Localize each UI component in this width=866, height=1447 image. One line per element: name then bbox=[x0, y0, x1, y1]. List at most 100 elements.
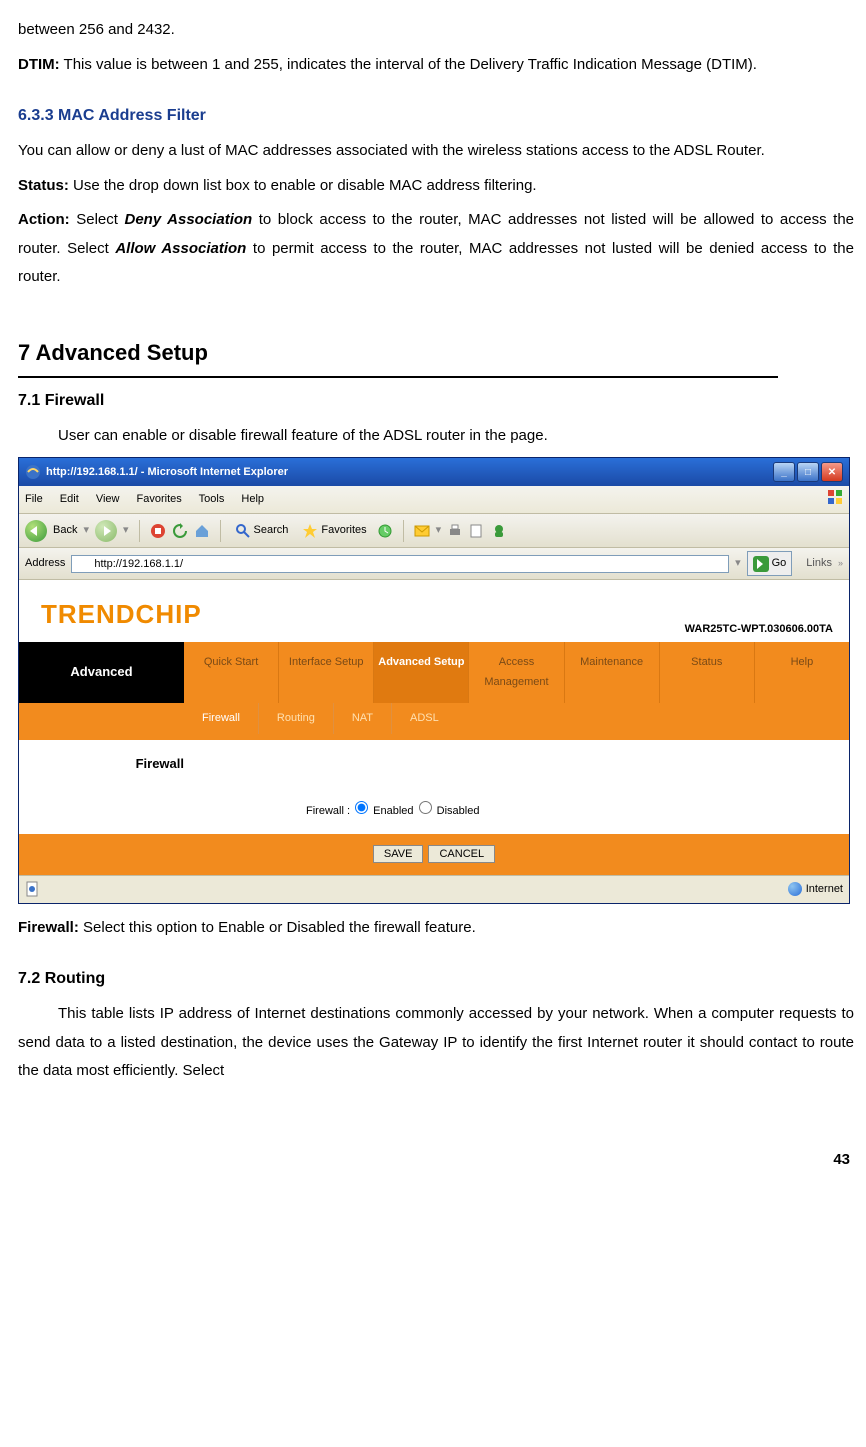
home-icon[interactable] bbox=[194, 523, 210, 539]
action-deny: Deny Association bbox=[124, 211, 252, 228]
firewall-section-heading: Firewall bbox=[19, 740, 206, 789]
section-label-left: Advanced bbox=[19, 642, 184, 704]
sub-tab-bar: Firewall Routing NAT ADSL bbox=[19, 703, 849, 734]
address-input[interactable] bbox=[71, 555, 729, 573]
links-chevron-icon[interactable]: » bbox=[838, 555, 843, 572]
firewall-field-label: Firewall : bbox=[306, 805, 350, 817]
address-dropdown-icon[interactable]: ▾ bbox=[735, 553, 741, 574]
menu-favorites[interactable]: Favorites bbox=[137, 493, 182, 505]
toolbar-separator bbox=[403, 520, 404, 542]
go-icon bbox=[753, 556, 769, 572]
firewall-option-label: Firewall: bbox=[18, 919, 79, 936]
firewall-enabled-label: Enabled bbox=[373, 805, 413, 817]
links-label[interactable]: Links bbox=[806, 553, 832, 574]
status-page-icon bbox=[25, 881, 41, 897]
dtim-body: This value is between 1 and 255, indicat… bbox=[60, 56, 757, 73]
print-icon[interactable] bbox=[447, 523, 463, 539]
menu-file[interactable]: File bbox=[25, 493, 43, 505]
router-page: TRENDCHIP WAR25TC-WPT.030606.00TA Advanc… bbox=[19, 580, 849, 875]
dtim-paragraph: DTIM: This value is between 1 and 255, i… bbox=[18, 51, 854, 80]
favorites-button[interactable]: Favorites bbox=[298, 518, 370, 543]
action-allow: Allow Association bbox=[115, 240, 246, 257]
body-text: between 256 and 2432. bbox=[18, 16, 854, 45]
section-72-heading: 7.2 Routing bbox=[18, 964, 854, 994]
forward-button[interactable] bbox=[95, 520, 117, 542]
menu-bar: File Edit View Favorites Tools Help bbox=[19, 486, 849, 514]
mail-dropdown-icon[interactable]: ▾ bbox=[436, 520, 442, 541]
action-paragraph: Action: Select Deny Association to block… bbox=[18, 206, 854, 292]
tab-quick-start[interactable]: Quick Start bbox=[184, 642, 278, 704]
browser-window: http://192.168.1.1/ - Microsoft Internet… bbox=[18, 457, 850, 904]
toolbar-separator bbox=[139, 520, 140, 542]
firewall-option-row: Firewall : Enabled Disabled bbox=[19, 789, 849, 834]
page-number: 43 bbox=[18, 1146, 854, 1175]
firewall-intro: User can enable or disable firewall feat… bbox=[18, 422, 854, 451]
brand-logo: TRENDCHIP bbox=[41, 590, 202, 639]
mail-icon[interactable] bbox=[414, 523, 430, 539]
star-icon bbox=[302, 523, 318, 539]
tab-interface-setup[interactable]: Interface Setup bbox=[278, 642, 373, 704]
window-titlebar: http://192.168.1.1/ - Microsoft Internet… bbox=[19, 458, 849, 487]
tab-status[interactable]: Status bbox=[659, 642, 754, 704]
stop-icon[interactable] bbox=[150, 523, 166, 539]
window-minimize-button[interactable]: _ bbox=[773, 462, 795, 482]
status-label: Status: bbox=[18, 177, 69, 194]
back-dropdown-icon[interactable]: ▾ bbox=[83, 520, 89, 541]
window-close-button[interactable]: ✕ bbox=[821, 462, 843, 482]
mac-intro: You can allow or deny a lust of MAC addr… bbox=[18, 137, 854, 166]
status-body: Use the drop down list box to enable or … bbox=[69, 177, 537, 194]
menu-tools[interactable]: Tools bbox=[199, 493, 225, 505]
internet-zone-icon bbox=[788, 882, 802, 896]
firewall-option-paragraph: Firewall: Select this option to Enable o… bbox=[18, 914, 854, 943]
tab-help[interactable]: Help bbox=[754, 642, 849, 704]
messenger-icon[interactable] bbox=[491, 523, 507, 539]
section-71-heading: 7.1 Firewall bbox=[18, 386, 854, 416]
window-maximize-button[interactable]: □ bbox=[797, 462, 819, 482]
section-633-heading: 6.3.3 MAC Address Filter bbox=[18, 101, 854, 131]
firewall-disabled-label: Disabled bbox=[437, 805, 480, 817]
toolbar: Back ▾ ▾ Search Favorites ▾ bbox=[19, 514, 849, 548]
go-label: Go bbox=[772, 553, 787, 574]
action-bar: SAVE CANCEL bbox=[19, 834, 849, 875]
subtab-routing[interactable]: Routing bbox=[258, 703, 333, 734]
firewall-disabled-radio[interactable] bbox=[419, 801, 432, 814]
firewall-section-row: Firewall bbox=[19, 740, 849, 789]
save-button[interactable]: SAVE bbox=[373, 845, 424, 863]
action-label: Action: bbox=[18, 211, 70, 228]
firmware-version: WAR25TC-WPT.030606.00TA bbox=[685, 619, 833, 640]
ie-icon bbox=[25, 464, 41, 480]
routing-body: This table lists IP address of Internet … bbox=[18, 1000, 854, 1086]
menu-view[interactable]: View bbox=[96, 493, 120, 505]
go-button[interactable]: Go bbox=[747, 551, 793, 576]
firewall-option-body: Select this option to Enable or Disabled… bbox=[79, 919, 476, 936]
search-label: Search bbox=[254, 520, 289, 541]
window-title: http://192.168.1.1/ - Microsoft Internet… bbox=[46, 462, 288, 483]
subtab-firewall[interactable]: Firewall bbox=[184, 703, 258, 734]
windows-logo-icon bbox=[827, 489, 843, 505]
search-button[interactable]: Search bbox=[231, 518, 293, 543]
back-button[interactable] bbox=[25, 520, 47, 542]
tab-advanced-setup[interactable]: Advanced Setup bbox=[373, 642, 468, 704]
subtab-nat[interactable]: NAT bbox=[333, 703, 391, 734]
address-bar-row: Address ▾ Go Links » bbox=[19, 548, 849, 580]
edit-icon[interactable] bbox=[469, 523, 485, 539]
action-body-1: Select bbox=[70, 211, 125, 228]
menu-edit[interactable]: Edit bbox=[60, 493, 79, 505]
subtab-adsl[interactable]: ADSL bbox=[391, 703, 457, 734]
heading-advanced-setup: 7 Advanced Setup bbox=[18, 332, 778, 378]
refresh-icon[interactable] bbox=[172, 523, 188, 539]
history-icon[interactable] bbox=[377, 523, 393, 539]
favorites-label: Favorites bbox=[321, 520, 366, 541]
cancel-button[interactable]: CANCEL bbox=[428, 845, 495, 863]
search-icon bbox=[235, 523, 251, 539]
main-tab-bar: Advanced Quick Start Interface Setup Adv… bbox=[19, 642, 849, 704]
internet-zone-label: Internet bbox=[806, 879, 843, 900]
status-bar: Internet bbox=[19, 875, 849, 903]
dtim-label: DTIM: bbox=[18, 56, 60, 73]
forward-dropdown-icon[interactable]: ▾ bbox=[123, 520, 129, 541]
menu-help[interactable]: Help bbox=[241, 493, 264, 505]
firewall-enabled-radio[interactable] bbox=[355, 801, 368, 814]
back-label[interactable]: Back bbox=[53, 520, 77, 541]
tab-access-management[interactable]: Access Management bbox=[468, 642, 563, 704]
tab-maintenance[interactable]: Maintenance bbox=[564, 642, 659, 704]
